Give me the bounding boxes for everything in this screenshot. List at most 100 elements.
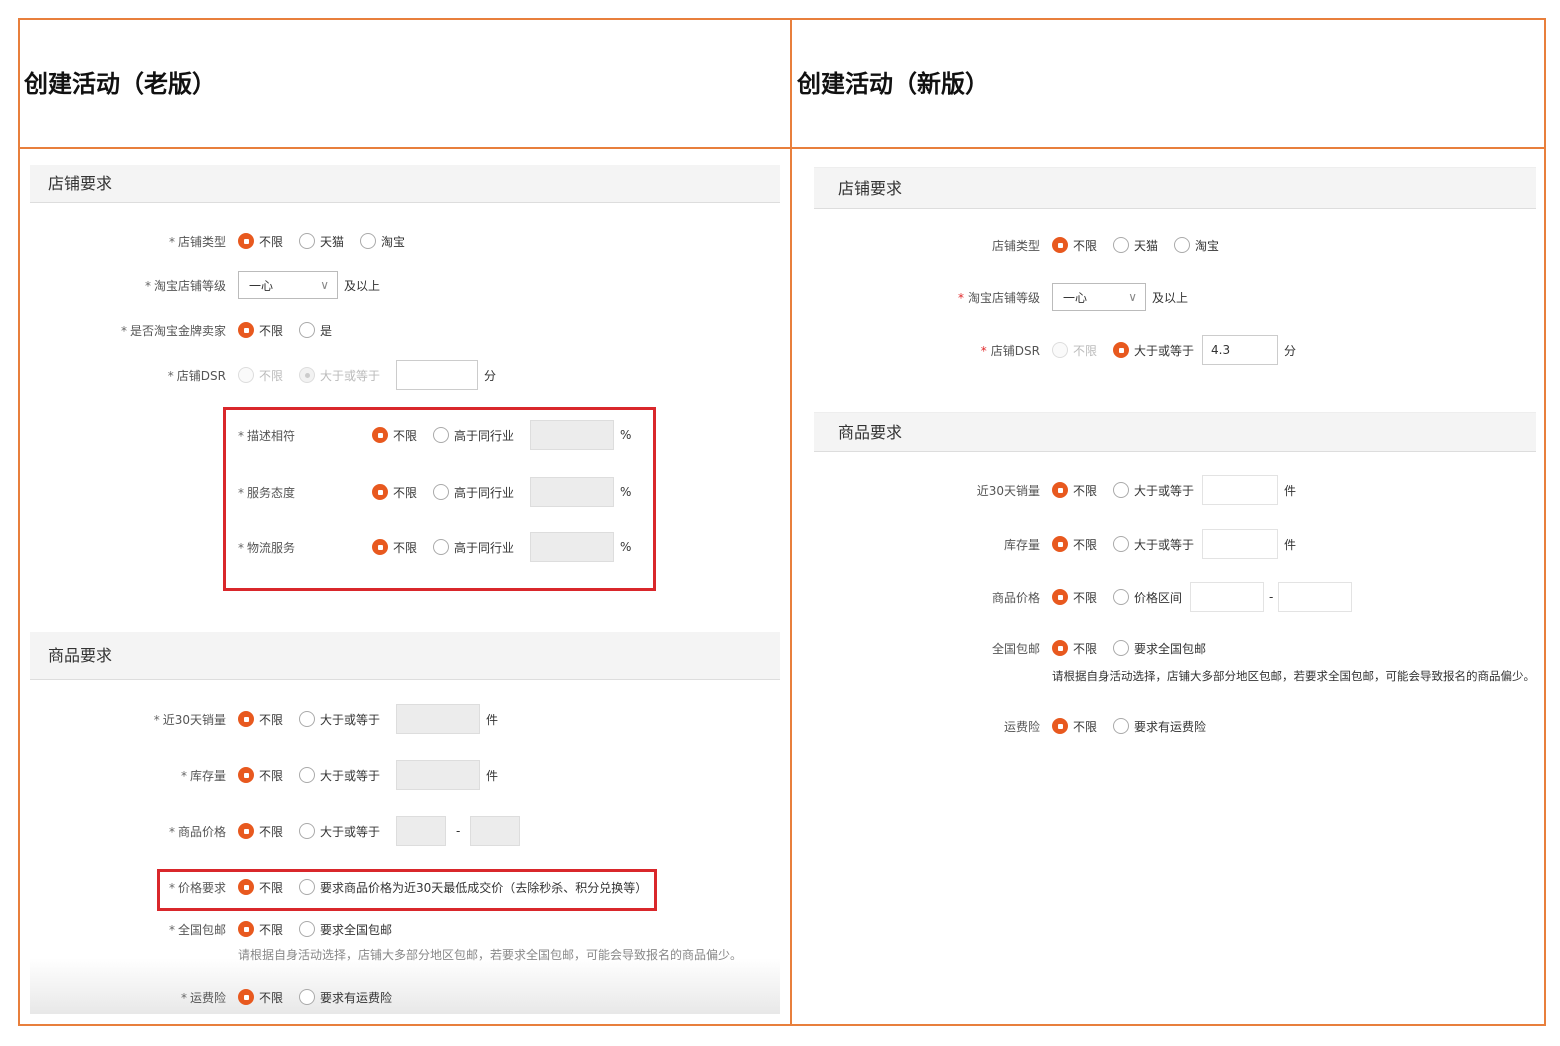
radio-unchecked-icon <box>1113 482 1130 498</box>
required-mark: * <box>153 712 160 727</box>
radio-unchecked-icon <box>299 989 316 1005</box>
radio-unchecked-icon <box>299 711 316 727</box>
price-max-input[interactable] <box>470 816 521 846</box>
new-form: 店铺要求 店铺类型 不限 天猫 淘宝 * 淘宝店铺等级 一心 ∨ 及以上 * 店铺DS… <box>814 150 1536 1014</box>
radio-unchecked-icon <box>299 322 316 338</box>
required-mark: * <box>957 290 964 305</box>
radio-unlimited[interactable]: 不限 <box>238 767 283 784</box>
old-gold-seller-row: * 是否淘宝金牌卖家 不限 是 <box>30 315 348 345</box>
chevron-down-icon: ∨ <box>320 278 329 292</box>
price-min-input[interactable] <box>1190 582 1265 612</box>
unit-label: 件 <box>486 712 499 727</box>
radio-gte[interactable]: 大于或等于 <box>1113 342 1194 359</box>
radio-gte[interactable]: 大于或等于 <box>1113 536 1194 553</box>
radio-unlimited[interactable]: 不限 <box>238 921 283 938</box>
field-label: 店铺DSR <box>176 368 226 383</box>
radio-taobao[interactable]: 淘宝 <box>1174 237 1219 254</box>
chevron-down-icon: ∨ <box>1128 290 1137 304</box>
field-label: 店铺类型 <box>991 238 1040 253</box>
radio-unlimited[interactable]: 不限 <box>238 989 283 1006</box>
radio-unlimited[interactable]: 不限 <box>238 823 283 840</box>
radio-checked-icon <box>238 823 254 839</box>
radio-unchecked-icon <box>299 921 316 937</box>
required-mark: * <box>980 343 987 358</box>
radio-unchecked-icon <box>1113 640 1130 656</box>
radio-gte[interactable]: 大于或等于 <box>299 767 380 784</box>
radio-checked-icon <box>238 711 254 727</box>
field-label: 店铺类型 <box>177 234 226 249</box>
field-label: 店铺DSR <box>990 343 1040 358</box>
range-dash: - <box>1269 590 1274 604</box>
price-max-input[interactable] <box>1278 582 1353 612</box>
level-suffix: 及以上 <box>344 278 381 293</box>
radio-checked-icon <box>238 322 254 338</box>
required-mark: * <box>180 768 187 783</box>
old-sales30-row: * 近30天销量 不限 大于或等于 件 <box>30 704 498 734</box>
level-select[interactable]: 一心 ∨ <box>238 271 338 299</box>
radio-unlimited[interactable]: 不限 <box>1052 589 1097 606</box>
old-insurance-row: * 运费险 不限 要求有运费险 <box>30 982 408 1012</box>
radio-unchecked-icon <box>1113 589 1130 605</box>
sales-input[interactable] <box>396 704 481 734</box>
new-tb-level-row: * 淘宝店铺等级 一心 ∨ 及以上 <box>814 282 1188 312</box>
radio-checked-icon <box>1052 718 1068 734</box>
new-stock-row: 库存量 不限 大于或等于 件 <box>814 529 1296 559</box>
unit-label: 件 <box>1284 483 1297 498</box>
radio-unchecked-icon <box>299 767 316 783</box>
field-label: 商品价格 <box>991 590 1040 605</box>
stock-input[interactable] <box>396 760 481 790</box>
radio-yes[interactable]: 是 <box>299 322 332 339</box>
radio-unlimited[interactable]: 不限 <box>1052 482 1097 499</box>
radio-insurance[interactable]: 要求有运费险 <box>1113 718 1206 735</box>
price-min-input[interactable] <box>396 816 447 846</box>
radio-insurance[interactable]: 要求有运费险 <box>299 989 392 1006</box>
unit-label: 分 <box>1284 343 1297 358</box>
radio-taobao[interactable]: 淘宝 <box>360 233 405 250</box>
field-label: 近30天销量 <box>162 712 226 727</box>
old-tb-level-row: * 淘宝店铺等级 一心 ∨ 及以上 <box>30 270 380 300</box>
radio-unlimited[interactable]: 不限 <box>238 322 283 339</box>
dsr-input[interactable]: 4.3 <box>1202 335 1279 365</box>
radio-checked-icon <box>1052 640 1068 656</box>
radio-unlimited[interactable]: 不限 <box>1052 237 1097 254</box>
radio-checked-icon <box>1052 482 1068 498</box>
radio-unchecked-icon <box>1113 718 1130 734</box>
free-ship-hint: 请根据自身活动选择，店铺大多部分地区包邮，若要求全国包邮，可能会导致报名的商品偏… <box>1052 669 1535 683</box>
radio-tmall[interactable]: 天猫 <box>1113 237 1158 254</box>
radio-unlimited[interactable]: 不限 <box>1052 718 1097 735</box>
range-dash: - <box>456 824 461 838</box>
radio-unlimited-disabled: 不限 <box>238 367 283 384</box>
required-mark: * <box>180 990 187 1005</box>
stock-input[interactable] <box>1202 529 1279 559</box>
radio-unlimited[interactable]: 不限 <box>238 233 283 250</box>
old-version-title: 创建活动（老版） <box>24 70 216 98</box>
old-shop-section-header: 店铺要求 <box>30 165 780 203</box>
level-suffix: 及以上 <box>1152 290 1189 305</box>
radio-disabled-icon <box>1052 342 1068 358</box>
field-label: 淘宝店铺等级 <box>153 278 226 293</box>
radio-checked-icon <box>1113 342 1130 358</box>
radio-gte[interactable]: 大于或等于 <box>1113 482 1194 499</box>
radio-unlimited[interactable]: 不限 <box>1052 536 1097 553</box>
radio-free-ship[interactable]: 要求全国包邮 <box>1113 640 1206 657</box>
radio-unchecked-icon <box>360 233 377 249</box>
radio-unchecked-icon <box>1113 536 1130 552</box>
radio-free-ship[interactable]: 要求全国包邮 <box>299 921 392 938</box>
radio-price-range[interactable]: 价格区间 <box>1113 589 1182 606</box>
radio-unlimited[interactable]: 不限 <box>238 711 283 728</box>
level-select[interactable]: 一心 ∨ <box>1052 283 1146 311</box>
field-label: 近30天销量 <box>976 483 1040 498</box>
radio-unlimited[interactable]: 不限 <box>1052 640 1097 657</box>
radio-gte[interactable]: 大于或等于 <box>299 711 380 728</box>
new-shop-type-row: 店铺类型 不限 天猫 淘宝 <box>814 230 1235 260</box>
radio-tmall[interactable]: 天猫 <box>299 233 344 250</box>
sales-input[interactable] <box>1202 475 1279 505</box>
radio-gte[interactable]: 大于或等于 <box>299 823 380 840</box>
required-mark: * <box>168 234 175 249</box>
dsr-input[interactable] <box>396 360 479 390</box>
radio-checked-icon <box>238 989 254 1005</box>
field-label: 全国包邮 <box>177 922 226 937</box>
radio-checked-icon <box>238 767 254 783</box>
old-goods-section-header: 商品要求 <box>30 632 780 680</box>
radio-gte-disabled: 大于或等于 <box>299 367 380 384</box>
